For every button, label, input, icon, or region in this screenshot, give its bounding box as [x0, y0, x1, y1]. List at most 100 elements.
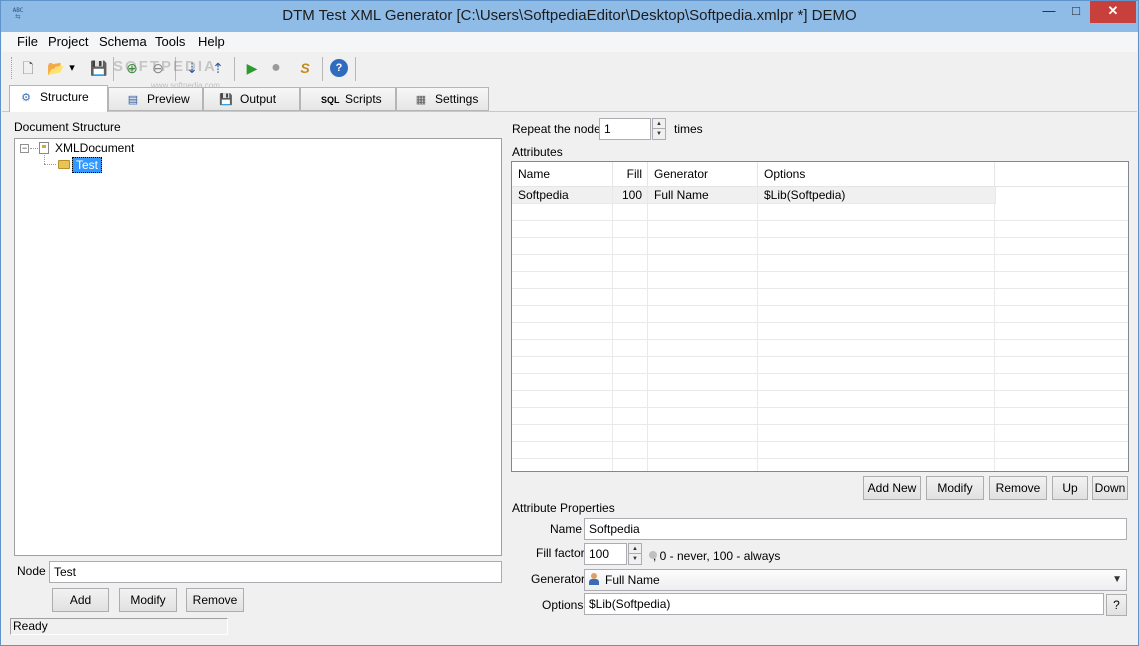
fill-factor-hint: , 0 - never, 100 - always	[653, 549, 781, 563]
chevron-down-icon[interactable]: ▼	[1112, 570, 1122, 590]
grid-column-line	[647, 204, 648, 221]
repeat-times-label: times	[674, 122, 703, 136]
grid-column-line	[994, 442, 995, 459]
tab-output[interactable]: 💾 Output	[203, 87, 300, 111]
stop-icon[interactable]: ●	[266, 58, 286, 78]
stepper-down-icon[interactable]: ▼	[629, 554, 641, 564]
grid-column-line	[757, 357, 758, 374]
minimize-button[interactable]: —	[1035, 1, 1063, 23]
tree-connector	[44, 164, 56, 165]
document-structure-tree[interactable]: − XMLDocument Test	[14, 138, 502, 556]
name-label: Name	[550, 522, 583, 536]
remove-node-button[interactable]: Remove	[186, 588, 244, 612]
collapse-icon[interactable]: −	[20, 144, 29, 153]
grid-column-line	[757, 340, 758, 357]
tab-label: Preview	[147, 92, 190, 106]
grid-column-line	[647, 323, 648, 340]
options-input[interactable]: $Lib(Softpedia)	[584, 593, 1104, 615]
fill-factor-input[interactable]: 100	[584, 543, 627, 565]
empty-row	[512, 357, 1128, 374]
modify-node-button[interactable]: Modify	[119, 588, 177, 612]
attributes-grid[interactable]: Name Fill Generator Options Softpedia 10…	[511, 161, 1129, 472]
attribute-name-input[interactable]: Softpedia	[584, 518, 1127, 540]
grid-column-line	[994, 204, 995, 221]
menu-project[interactable]: Project	[47, 34, 89, 49]
document-structure-label: Document Structure	[14, 120, 121, 134]
tab-strip: ⚙ Structure ▤ Preview 💾 Output SQL Scripts ▦…	[9, 85, 499, 112]
stepper-down-icon[interactable]: ▼	[653, 129, 665, 139]
stepper-up-icon[interactable]: ▲	[629, 544, 641, 554]
column-header-generator[interactable]: Generator	[648, 162, 758, 187]
script-icon[interactable]: S	[295, 58, 315, 78]
grid-column-line	[647, 221, 648, 238]
maximize-button[interactable]: □	[1062, 1, 1090, 23]
menu-file[interactable]: File	[16, 34, 39, 49]
tree-connector	[30, 148, 38, 149]
tree-node-test[interactable]: Test	[72, 157, 103, 173]
grid-column-line	[757, 221, 758, 238]
grid-column-line	[757, 204, 758, 221]
tab-panel-border	[2, 111, 1137, 112]
tab-preview[interactable]: ▤ Preview	[108, 87, 203, 111]
move-down-button[interactable]: Down	[1092, 476, 1128, 500]
grid-column-line	[994, 374, 995, 391]
generator-select[interactable]: Full Name ▼	[584, 569, 1127, 591]
modify-attribute-button[interactable]: Modify	[926, 476, 984, 500]
table-row[interactable]: Softpedia 100 Full Name $Lib(Softpedia)	[512, 187, 996, 204]
remove-attribute-button[interactable]: Remove	[989, 476, 1047, 500]
close-button[interactable]: ✕	[1090, 1, 1136, 23]
grid-column-line	[612, 374, 613, 391]
grid-column-line	[612, 357, 613, 374]
fill-factor-label: Fill factor	[536, 546, 585, 560]
add-new-attribute-button[interactable]: Add New	[863, 476, 921, 500]
grid-column-line	[994, 408, 995, 425]
column-header-name[interactable]: Name	[512, 162, 613, 187]
tree-node-root[interactable]: XMLDocument	[55, 141, 134, 155]
new-file-icon[interactable]: 🗋	[18, 58, 38, 78]
grid-column-line	[757, 323, 758, 340]
grid-column-line	[757, 272, 758, 289]
cell-name: Softpedia	[512, 187, 613, 204]
grid-column-line	[994, 272, 995, 289]
window-title: DTM Test XML Generator [C:\Users\Softped…	[282, 7, 857, 24]
move-up-button[interactable]: Up	[1052, 476, 1088, 500]
run-icon[interactable]: ▶	[242, 58, 262, 78]
grid-column-line	[994, 357, 995, 374]
repeat-node-label: Repeat the node	[512, 122, 601, 136]
menu-help[interactable]: Help	[197, 34, 226, 49]
menu-schema[interactable]: Schema	[98, 34, 148, 49]
grid-column-line	[994, 221, 995, 238]
grid-column-line	[647, 425, 648, 442]
grid-column-line	[647, 340, 648, 357]
tab-settings[interactable]: ▦ Settings	[396, 87, 489, 111]
stepper-up-icon[interactable]: ▲	[653, 119, 665, 129]
column-header-fill[interactable]: Fill	[613, 162, 648, 187]
grid-column-line	[757, 255, 758, 272]
empty-row	[512, 425, 1128, 442]
menu-tools[interactable]: Tools	[154, 34, 186, 49]
help-icon[interactable]: ?	[330, 59, 348, 77]
grid-column-line	[994, 459, 995, 471]
tab-structure[interactable]: ⚙ Structure	[9, 85, 108, 112]
fill-factor-stepper[interactable]: ▲ ▼	[628, 543, 642, 565]
grid-column-line	[612, 340, 613, 357]
output-icon: 💾	[219, 94, 233, 106]
grid-column-line	[757, 425, 758, 442]
dropdown-arrow-icon[interactable]: ▾	[66, 58, 78, 78]
add-node-button[interactable]: Add	[52, 588, 109, 612]
column-header-options[interactable]: Options	[758, 162, 995, 187]
tab-scripts[interactable]: SQL Scripts	[300, 87, 396, 111]
tab-label: Structure	[40, 90, 89, 104]
grid-column-line	[612, 204, 613, 221]
repeat-node-stepper[interactable]: ▲ ▼	[652, 118, 666, 140]
grid-column-line	[612, 255, 613, 272]
grid-column-line	[994, 255, 995, 272]
open-folder-icon[interactable]: 📂	[46, 58, 66, 78]
grid-column-line	[757, 408, 758, 425]
repeat-node-input[interactable]: 1	[599, 118, 651, 140]
node-input[interactable]: Test	[49, 561, 502, 583]
grid-column-line	[647, 255, 648, 272]
save-icon[interactable]: 💾	[89, 58, 109, 78]
tab-label: Settings	[435, 92, 479, 106]
options-help-button[interactable]: ?	[1106, 594, 1127, 616]
